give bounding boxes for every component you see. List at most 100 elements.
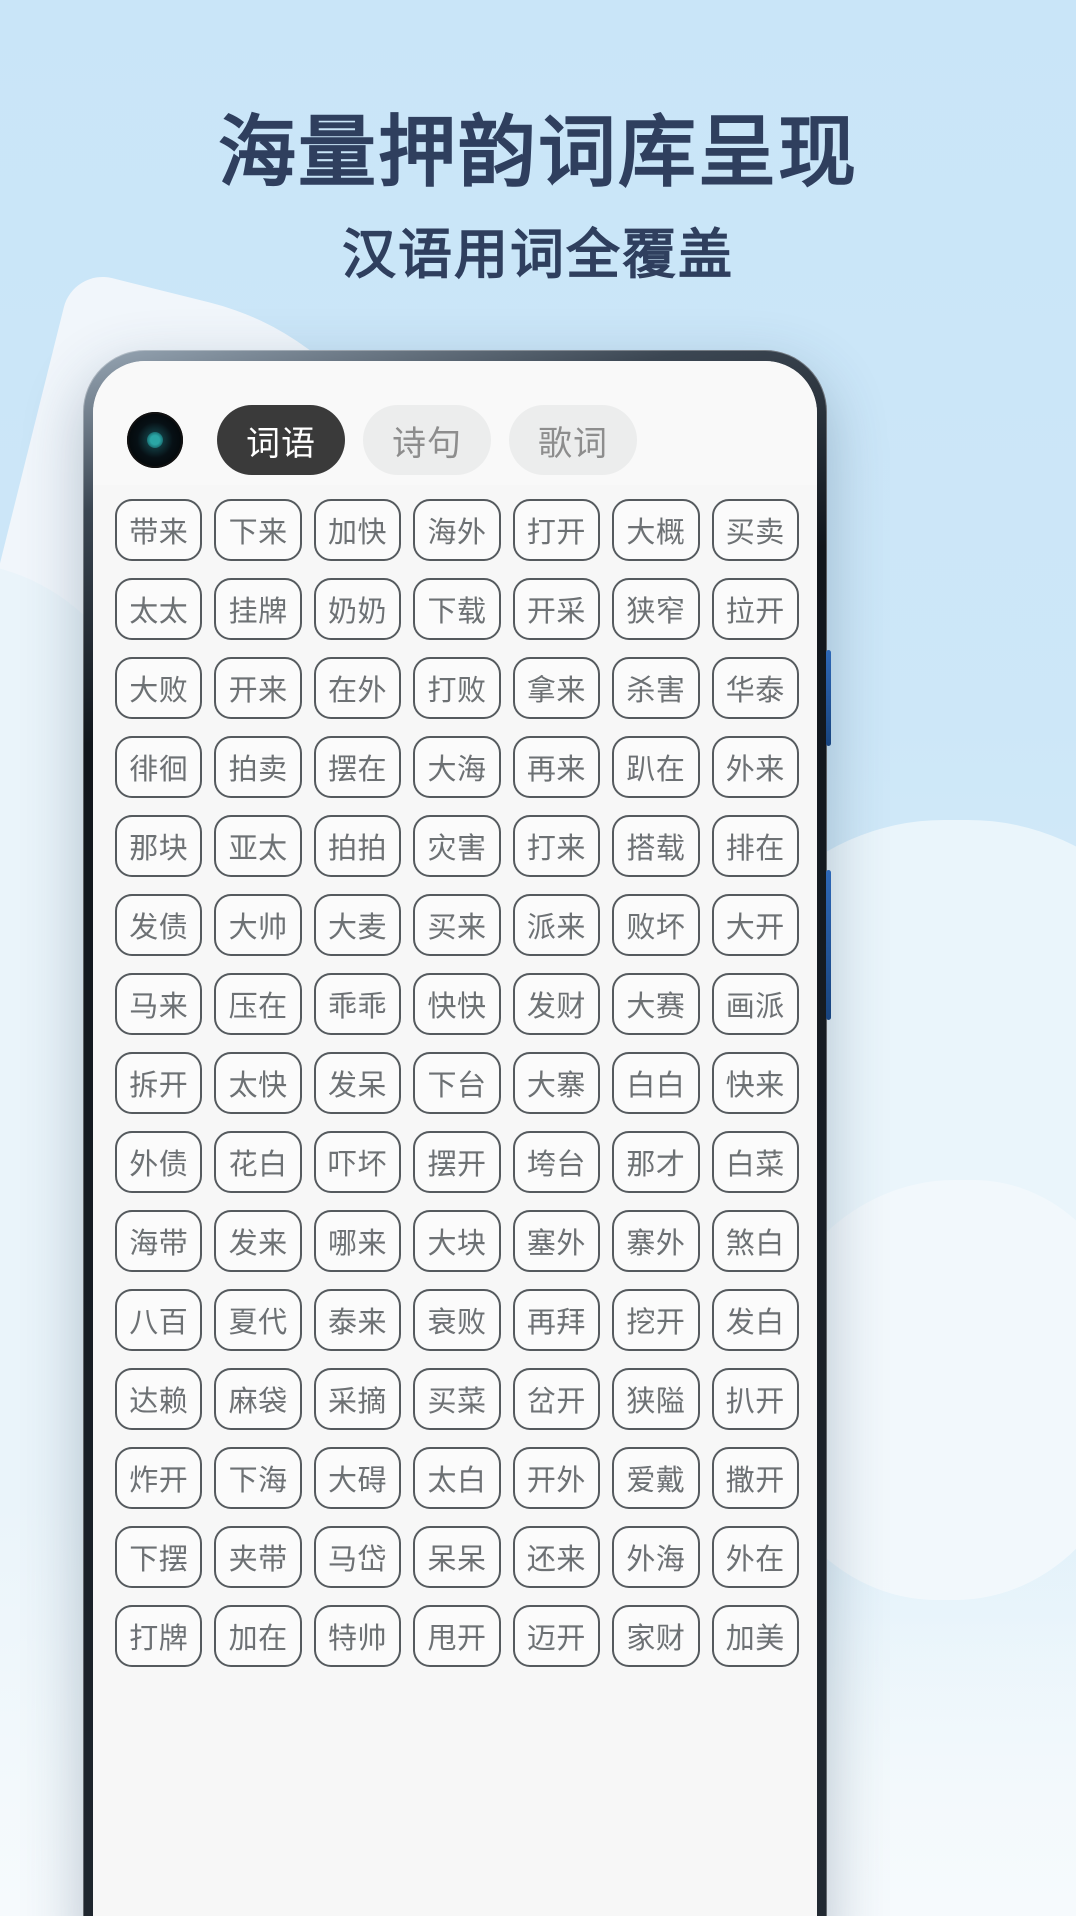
word-chip[interactable]: 快快: [413, 973, 501, 1035]
word-chip[interactable]: 垮台: [512, 1131, 601, 1193]
word-chip[interactable]: 再拜: [512, 1289, 601, 1351]
word-chip[interactable]: 煞白: [711, 1210, 799, 1272]
word-chip[interactable]: 加美: [711, 1605, 799, 1667]
word-chip[interactable]: 大赛: [612, 973, 700, 1035]
word-chip[interactable]: 买卖: [711, 499, 799, 561]
word-chip[interactable]: 夹带: [214, 1526, 302, 1588]
word-chip[interactable]: 搭载: [612, 815, 700, 877]
word-chip[interactable]: 大帅: [214, 894, 302, 956]
word-chip[interactable]: 塞外: [512, 1210, 601, 1272]
word-chip[interactable]: 泰来: [313, 1289, 402, 1351]
word-chip[interactable]: 马岱: [313, 1526, 402, 1588]
word-chip[interactable]: 杀害: [612, 657, 700, 719]
word-chip[interactable]: 下台: [413, 1052, 501, 1114]
word-chip[interactable]: 下载: [413, 578, 501, 640]
word-chip[interactable]: 吓坏: [313, 1131, 402, 1193]
word-chip[interactable]: 发白: [711, 1289, 799, 1351]
word-chip[interactable]: 买来: [413, 894, 501, 956]
word-chip[interactable]: 白菜: [711, 1131, 799, 1193]
word-chip[interactable]: 发来: [214, 1210, 302, 1272]
word-chip[interactable]: 撒开: [711, 1447, 799, 1509]
word-chip[interactable]: 甩开: [413, 1605, 501, 1667]
word-chip[interactable]: 亚太: [214, 815, 302, 877]
word-chip[interactable]: 狭窄: [612, 578, 700, 640]
word-chip[interactable]: 八百: [115, 1289, 203, 1351]
word-chip[interactable]: 大块: [413, 1210, 501, 1272]
word-chip[interactable]: 趴在: [612, 736, 700, 798]
word-chip[interactable]: 拍拍: [313, 815, 402, 877]
word-chip[interactable]: 达赖: [115, 1368, 203, 1430]
word-chip[interactable]: 派来: [512, 894, 601, 956]
word-chip[interactable]: 扒开: [711, 1368, 799, 1430]
word-chip[interactable]: 岔开: [512, 1368, 601, 1430]
word-chip[interactable]: 拉开: [711, 578, 799, 640]
word-chip[interactable]: 发呆: [313, 1052, 402, 1114]
word-chip[interactable]: 大败: [115, 657, 203, 719]
word-chip[interactable]: 带来: [115, 499, 203, 561]
word-chip[interactable]: 下海: [214, 1447, 302, 1509]
word-chip[interactable]: 哪来: [313, 1210, 402, 1272]
word-chip[interactable]: 加在: [214, 1605, 302, 1667]
word-chip[interactable]: 炸开: [115, 1447, 203, 1509]
word-chip[interactable]: 开采: [512, 578, 601, 640]
word-chip[interactable]: 外债: [115, 1131, 203, 1193]
word-chip[interactable]: 呆呆: [413, 1526, 501, 1588]
word-chip[interactable]: 摆开: [413, 1131, 501, 1193]
word-chip[interactable]: 华泰: [711, 657, 799, 719]
word-chip[interactable]: 大麦: [313, 894, 402, 956]
word-chip[interactable]: 排在: [711, 815, 799, 877]
word-chip[interactable]: 发债: [115, 894, 203, 956]
word-chip[interactable]: 家财: [612, 1605, 700, 1667]
word-chip[interactable]: 外海: [612, 1526, 700, 1588]
word-chip[interactable]: 败坏: [612, 894, 700, 956]
word-chip[interactable]: 拆开: [115, 1052, 203, 1114]
word-chip[interactable]: 外来: [711, 736, 799, 798]
word-chip[interactable]: 大概: [612, 499, 700, 561]
word-chip[interactable]: 开来: [214, 657, 302, 719]
word-chip[interactable]: 乖乖: [313, 973, 402, 1035]
word-chip[interactable]: 大海: [413, 736, 501, 798]
word-chip[interactable]: 下摆: [115, 1526, 203, 1588]
word-chip[interactable]: 麻袋: [214, 1368, 302, 1430]
word-chip[interactable]: 迈开: [512, 1605, 601, 1667]
word-chip[interactable]: 那块: [115, 815, 203, 877]
word-chip[interactable]: 再来: [512, 736, 601, 798]
word-chip[interactable]: 加快: [313, 499, 402, 561]
word-chip[interactable]: 下来: [214, 499, 302, 561]
word-chip[interactable]: 开外: [512, 1447, 601, 1509]
word-chip[interactable]: 狭隘: [612, 1368, 700, 1430]
word-chip[interactable]: 爱戴: [612, 1447, 700, 1509]
word-chip[interactable]: 快来: [711, 1052, 799, 1114]
word-chip[interactable]: 还来: [512, 1526, 601, 1588]
word-chip[interactable]: 马来: [115, 973, 203, 1035]
word-chip[interactable]: 打牌: [115, 1605, 203, 1667]
word-chip[interactable]: 大寨: [512, 1052, 601, 1114]
tab-item[interactable]: 歌词: [509, 405, 637, 475]
tab-item[interactable]: 诗句: [363, 405, 491, 475]
word-chip[interactable]: 夏代: [214, 1289, 302, 1351]
word-chip[interactable]: 在外: [313, 657, 402, 719]
word-chip[interactable]: 那才: [612, 1131, 700, 1193]
word-chip[interactable]: 外在: [711, 1526, 799, 1588]
word-chip[interactable]: 徘徊: [115, 736, 203, 798]
word-chip[interactable]: 打来: [512, 815, 601, 877]
word-chip[interactable]: 发财: [512, 973, 601, 1035]
phone-power-button[interactable]: [826, 870, 831, 1020]
word-chip[interactable]: 太白: [413, 1447, 501, 1509]
word-chip[interactable]: 挖开: [612, 1289, 700, 1351]
word-chip[interactable]: 白白: [612, 1052, 700, 1114]
word-chip[interactable]: 摆在: [313, 736, 402, 798]
word-chip[interactable]: 大开: [711, 894, 799, 956]
word-chip[interactable]: 画派: [711, 973, 799, 1035]
word-chip[interactable]: 太快: [214, 1052, 302, 1114]
word-chip[interactable]: 拿来: [512, 657, 601, 719]
word-chip[interactable]: 特帅: [313, 1605, 402, 1667]
word-chip[interactable]: 大碍: [313, 1447, 402, 1509]
word-chip[interactable]: 衰败: [413, 1289, 501, 1351]
word-chip[interactable]: 打败: [413, 657, 501, 719]
word-chip[interactable]: 花白: [214, 1131, 302, 1193]
word-chip[interactable]: 拍卖: [214, 736, 302, 798]
word-chip[interactable]: 打开: [512, 499, 601, 561]
phone-volume-button[interactable]: [826, 650, 831, 746]
word-chip[interactable]: 灾害: [413, 815, 501, 877]
